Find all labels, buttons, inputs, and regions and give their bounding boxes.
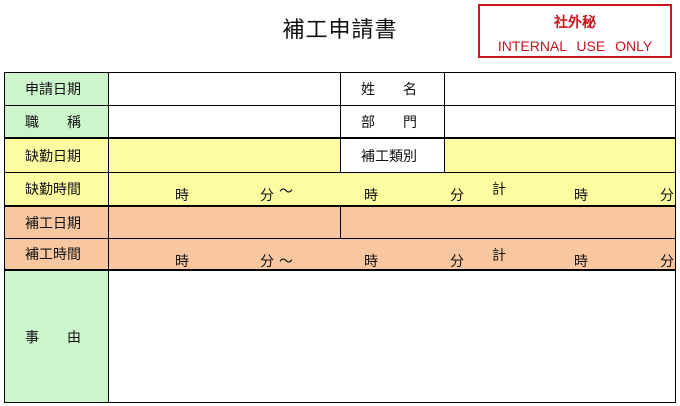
row-position: 職 稱 部 門 [5,106,675,139]
name-label: 姓 名 [341,73,445,106]
makeup-date-field-extra[interactable] [341,207,675,239]
row-absence-time: 缺勤時間 時 分 〜 時 分 計 時 分 [5,173,675,207]
absence-date-label: 缺勤日期 [5,139,109,173]
makeup-type-field[interactable] [445,139,675,173]
makeup-range-tilde: 〜 [279,254,293,270]
absence-time-label: 缺勤時間 [5,173,109,207]
position-label: 職 稱 [5,106,109,139]
row-reason: 事 由 [5,271,675,402]
stamp-line-2: INTERNAL USE ONLY [497,38,653,54]
row-absence-date: 缺勤日期 補工類別 [5,139,675,173]
name-field[interactable] [445,73,675,106]
application-form: 申請日期 姓 名 職 稱 部 門 缺勤日期 補工類別 缺勤時間 時 分 〜 時 … [4,72,676,403]
absence-total-label: 計 [492,182,506,198]
absence-range-tilde: 〜 [279,184,293,200]
makeup-start-minute-unit: 分 [260,254,274,270]
row-makeup-date: 補工日期 [5,207,675,239]
makeup-start-hour-unit: 時 [175,254,189,270]
makeup-end-minute-unit: 分 [450,254,464,270]
stamp-line-1: 社外秘 [554,14,596,30]
makeup-total-minute-unit: 分 [660,254,674,270]
absence-time-field[interactable]: 時 分 〜 時 分 計 時 分 [109,173,675,207]
form-title: 補工申請書 [282,18,398,43]
absence-start-minute-unit: 分 [260,188,274,204]
makeup-date-label: 補工日期 [5,207,109,239]
application-date-field[interactable] [109,73,341,106]
row-makeup-time: 補工時間 時 分 〜 時 分 計 時 分 [5,239,675,271]
makeup-date-field[interactable] [109,207,341,239]
reason-label: 事 由 [5,271,109,402]
department-label: 部 門 [341,106,445,139]
reason-field[interactable] [109,271,675,402]
makeup-total-hour-unit: 時 [574,254,588,270]
absence-total-minute-unit: 分 [660,188,674,204]
position-field[interactable] [109,106,341,139]
makeup-time-field[interactable]: 時 分 〜 時 分 計 時 分 [109,239,675,271]
confidential-stamp: 社外秘 INTERNAL USE ONLY [478,4,672,58]
makeup-total-label: 計 [492,248,506,264]
absence-end-hour-unit: 時 [364,188,378,204]
absence-total-hour-unit: 時 [574,188,588,204]
absence-date-field[interactable] [109,139,341,173]
makeup-type-label: 補工類別 [341,139,445,173]
absence-end-minute-unit: 分 [450,188,464,204]
makeup-time-label: 補工時間 [5,239,109,271]
row-application-date: 申請日期 姓 名 [5,73,675,106]
makeup-end-hour-unit: 時 [364,254,378,270]
application-date-label: 申請日期 [5,73,109,106]
absence-start-hour-unit: 時 [175,188,189,204]
department-field[interactable] [445,106,675,139]
